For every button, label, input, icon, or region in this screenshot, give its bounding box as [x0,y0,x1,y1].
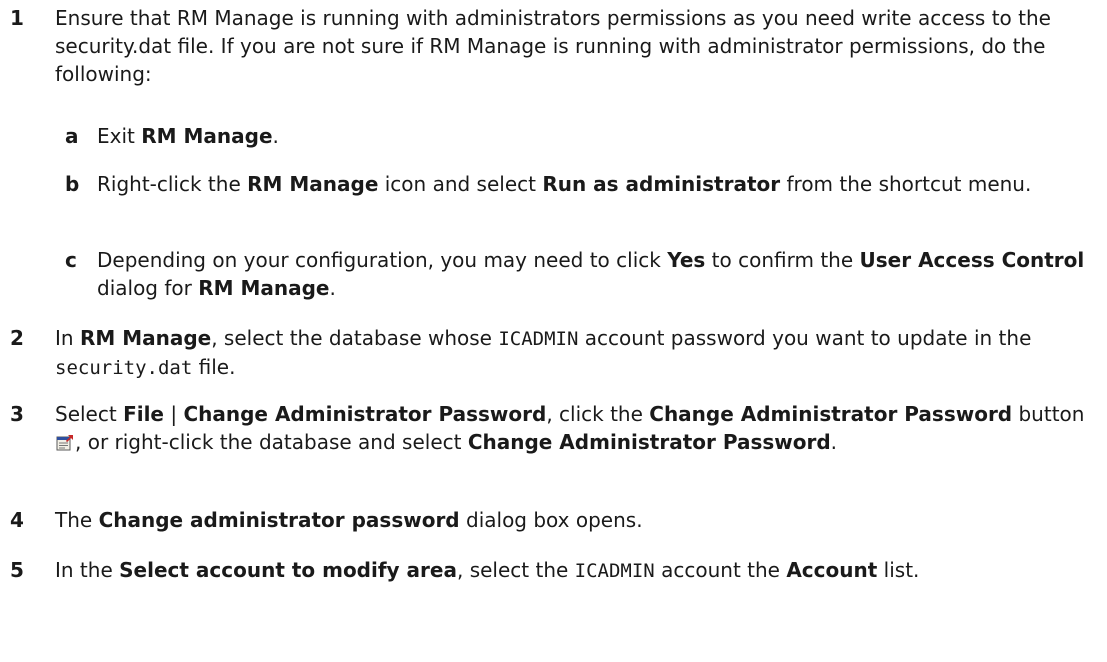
substep-text: Exit RM Manage. [97,124,279,148]
step-number: 3 [10,402,24,426]
step-text: Ensure that RM Manage is running with ad… [55,6,1051,86]
step-text: In the Select account to modify area, se… [55,558,920,582]
substep-text: Right-click the RM Manage icon and selec… [97,172,1032,196]
step-number: 2 [10,326,24,350]
step-number: 5 [10,558,24,582]
substep-letter: c [65,248,77,272]
substep-letter: b [65,172,80,196]
substep-letter: a [65,124,79,148]
step-text: The Change administrator password dialog… [55,508,643,532]
change-password-icon [56,431,74,451]
substep-text: Depending on your configuration, you may… [97,248,1085,300]
step-text: In RM Manage, select the database whose … [55,326,1032,379]
step-text: Select File | Change Administrator Passw… [55,402,1085,454]
step-number: 1 [10,6,24,30]
step-number: 4 [10,508,24,532]
